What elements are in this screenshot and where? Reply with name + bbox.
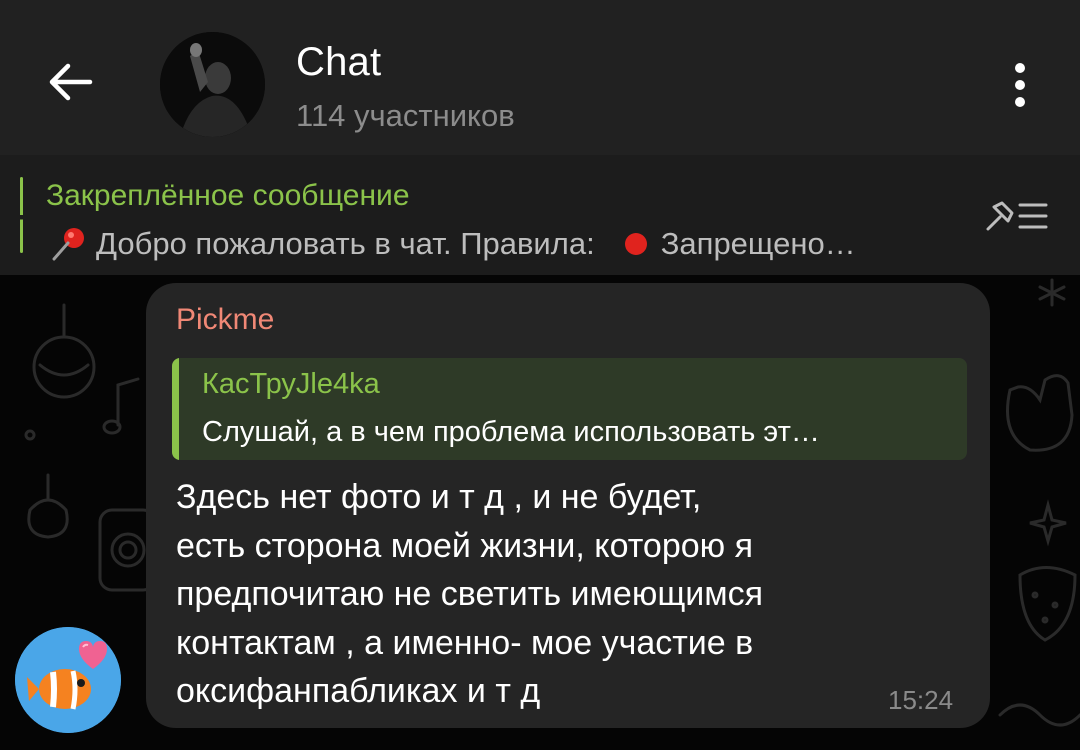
chat-title[interactable]: Chat bbox=[296, 40, 381, 85]
pinned-list-icon bbox=[986, 201, 1048, 231]
more-options-button[interactable] bbox=[1000, 60, 1040, 110]
pushpin-icon bbox=[52, 228, 84, 261]
chat-header: Chat 114 участников bbox=[0, 0, 1080, 155]
back-button[interactable] bbox=[40, 52, 100, 112]
reply-preview[interactable]: КасТруJle4ka Слушай, а в чем проблема ис… bbox=[172, 358, 967, 460]
pinned-preview: Добро пожаловать в чат. Правила: Запреще… bbox=[48, 223, 968, 265]
message-time: 15:24 bbox=[888, 685, 954, 715]
sender-name[interactable]: Pickme bbox=[176, 303, 274, 337]
sender-avatar[interactable] bbox=[15, 627, 121, 733]
pinned-title: Закреплённое сообщение bbox=[46, 179, 410, 212]
more-vertical-icon bbox=[1015, 63, 1025, 73]
clownfish-heart-avatar-icon bbox=[15, 627, 121, 733]
message-bubble[interactable]: Pickme КасТруJle4ka Слушай, а в чем проб… bbox=[146, 283, 990, 728]
pinned-text-start: Добро пожаловать в чат. Правила: bbox=[96, 226, 595, 261]
pinned-message-bar[interactable]: Закреплённое сообщение Добро пожаловать … bbox=[0, 155, 1080, 275]
arrow-left-icon bbox=[49, 63, 93, 101]
members-count: 114 участников bbox=[296, 98, 515, 133]
pinned-text-end: Запрещено… bbox=[660, 226, 856, 261]
reply-text: Слушай, а в чем проблема использовать эт… bbox=[202, 416, 820, 448]
message-text: Здесь нет фото и т д , и не будет, есть … bbox=[176, 478, 764, 710]
pinned-list-button[interactable] bbox=[982, 195, 1052, 237]
red-circle-icon bbox=[624, 233, 647, 255]
reply-author: КасТруJle4ka bbox=[202, 368, 380, 400]
pinned-indicator bbox=[20, 177, 23, 253]
reply-indicator bbox=[172, 358, 179, 460]
chat-avatar[interactable] bbox=[160, 32, 265, 137]
